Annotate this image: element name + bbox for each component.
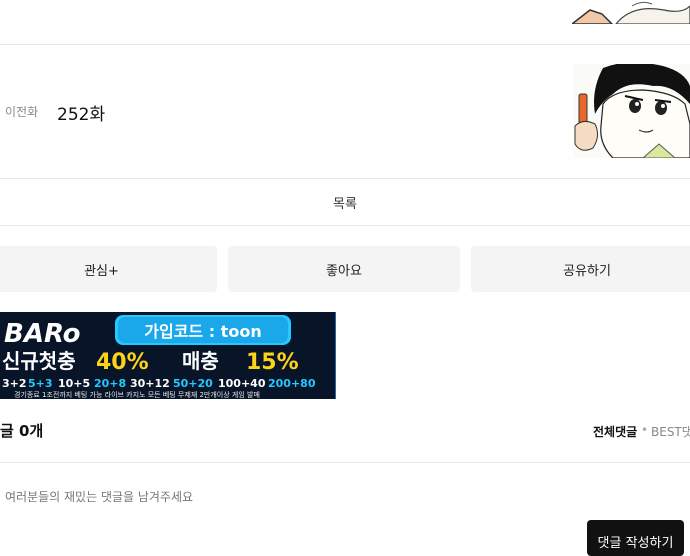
divider	[0, 225, 690, 226]
like-button[interactable]: 좋아요	[228, 246, 460, 292]
banner-bonus-tier: 20+8	[94, 377, 126, 390]
list-button[interactable]: 목록	[0, 180, 690, 224]
banner-bonus-tier: 10+5	[58, 377, 90, 390]
banner-bonus-tier: 30+12	[130, 377, 170, 390]
ad-banner[interactable]: BARo 가입코드 : toon 신규첫충 40% 매충 15% 3+2 5+3…	[0, 312, 336, 399]
comment-input[interactable]: 여러분들의 재밌는 댓글을 남겨주세요	[5, 488, 193, 505]
prev-episode-label: 이전화	[5, 105, 39, 119]
prev-episode-thumbnail[interactable]	[573, 64, 690, 158]
banner-headline-b: 매충	[182, 349, 219, 373]
write-comment-button[interactable]: 댓글 작성하기	[587, 520, 684, 556]
divider	[0, 44, 690, 45]
comments-count-title: 글 0개	[0, 422, 44, 440]
share-button[interactable]: 공유하기	[471, 246, 690, 292]
sort-all-comments[interactable]: 전체댓글	[593, 423, 637, 440]
prev-episode-title[interactable]: 252화	[57, 100, 105, 125]
banner-fine-print: 경기종료 1조전까지 베팅 가능 라이브 카지노 모든 베팅 무제재 2만개이상…	[14, 390, 260, 399]
banner-bonus-tier: 200+80	[268, 377, 316, 390]
banner-bonus-tier: 5+3	[28, 377, 53, 390]
divider	[0, 178, 690, 179]
banner-bonus-tier: 100+40	[218, 377, 266, 390]
divider	[0, 462, 690, 463]
banner-brand-logo: BARo	[4, 319, 81, 349]
banner-headline-a: 신규첫충	[2, 349, 76, 373]
sort-separator: •	[641, 423, 649, 437]
banner-headline-pct-a: 40%	[96, 350, 149, 375]
next-episode-thumbnail[interactable]	[572, 0, 690, 24]
interest-button[interactable]: 관심+	[0, 246, 217, 292]
banner-code: 가입코드 : toon	[144, 322, 261, 341]
banner-headline-pct-b: 15%	[246, 350, 299, 375]
sort-best-comments[interactable]: BEST댓	[651, 423, 690, 440]
banner-bonus-tier: 50+20	[173, 377, 213, 390]
ad-banner-graphic: BARo 가입코드 : toon 신규첫충 40% 매충 15% 3+2 5+3…	[0, 312, 335, 399]
banner-bonus-tier: 3+2	[2, 377, 27, 390]
